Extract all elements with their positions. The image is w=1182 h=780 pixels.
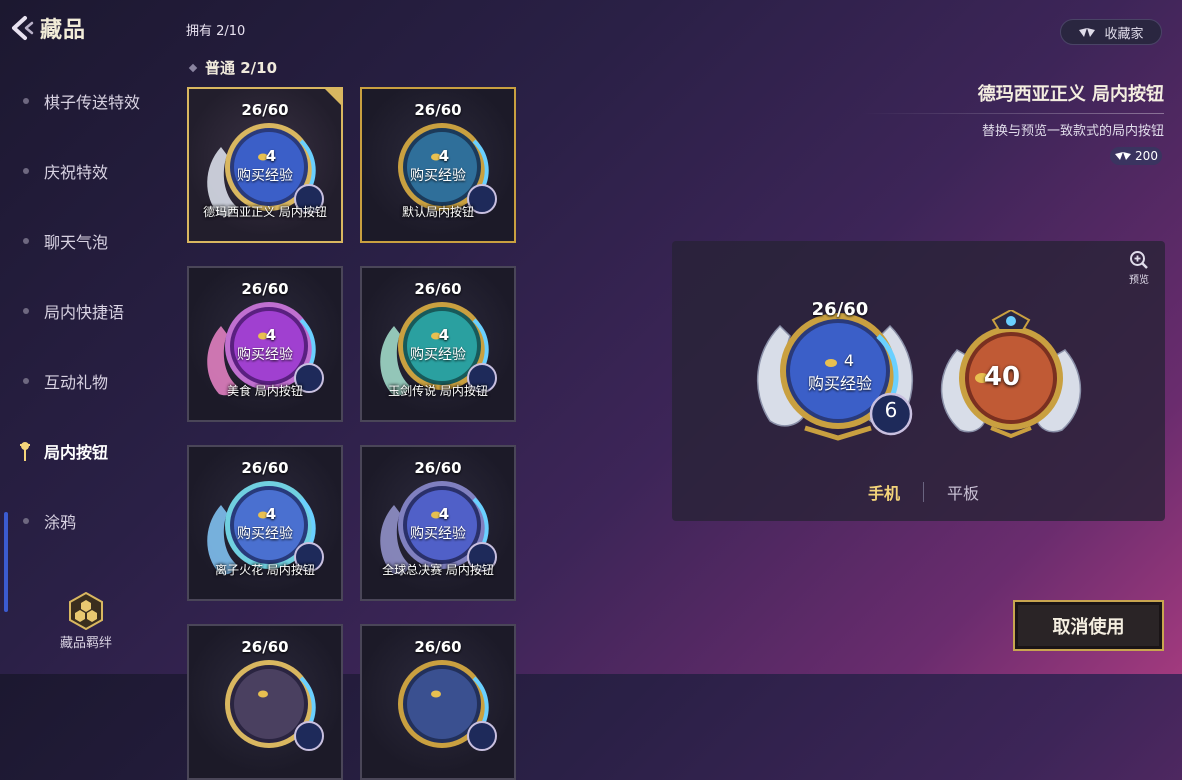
tab-tablet[interactable]: 平板 <box>945 480 981 504</box>
scroll-indicator <box>4 512 8 612</box>
card-center-text: 4 购买经验 <box>362 326 514 364</box>
collection-bond-button[interactable]: 藏品羁绊 <box>48 592 124 652</box>
card-center-text: 4 购买经验 <box>189 326 341 364</box>
sidebar-item-graffiti[interactable]: 涂鸦 <box>0 486 170 556</box>
card-buy-label: 购买经验 <box>237 168 293 184</box>
collector-button[interactable]: 收藏家 <box>1060 19 1162 45</box>
card-center-text: 4 购买经验 <box>362 505 514 543</box>
card-cost: 4 <box>438 505 450 523</box>
card-name: 全球总决赛 局内按钮 <box>382 563 494 577</box>
card-name: 德玛西亚正义 局内按钮 <box>203 205 327 219</box>
nav-dot-icon <box>23 378 29 384</box>
sidebar-item-label: 庆祝特效 <box>44 163 109 182</box>
diamond-icon <box>188 63 198 72</box>
sidebar-item-gifts[interactable]: 互动礼物 <box>0 346 170 416</box>
sidebar-item-celebration[interactable]: 庆祝特效 <box>0 136 170 206</box>
card-buy-label: 购买经验 <box>237 526 293 542</box>
price-badge: 200 <box>1110 147 1162 165</box>
zoom-preview-button[interactable]: 预览 <box>1124 250 1154 286</box>
title-divider <box>860 113 1164 114</box>
card-cost: 4 <box>265 326 277 344</box>
page-title: 藏品 <box>40 18 87 43</box>
card-center-text: 4 购买经验 <box>189 505 341 543</box>
card-name: 美食 局内按钮 <box>227 384 303 398</box>
collection-card[interactable]: 26/60 4 购买经验 离子火花 局内按钮 <box>187 445 343 601</box>
card-name: 离子火花 局内按钮 <box>215 563 315 577</box>
card-center-text: 4 购买经验 <box>189 147 341 185</box>
nav-dot-icon <box>23 98 29 104</box>
card-cost: 4 <box>265 147 277 165</box>
card-center-text: 4 购买经验 <box>362 147 514 185</box>
collection-card[interactable]: 26/60 <box>187 624 343 780</box>
sidebar-nav: 棋子传送特效 庆祝特效 聊天气泡 局内快捷语 互动礼物 局内按钮 涂鸦 <box>0 66 170 556</box>
price-value: 200 <box>1135 149 1158 163</box>
sidebar-item-quick-chat[interactable]: 局内快捷语 <box>0 276 170 346</box>
back-button[interactable]: 藏品 <box>8 10 118 46</box>
card-name: 默认局内按钮 <box>401 205 474 219</box>
card-buy-label: 购买经验 <box>410 347 466 363</box>
preview-buy-label: 购买经验 <box>807 374 872 393</box>
category-label: 普通 2/10 <box>205 59 278 77</box>
owned-count: 拥有 2/10 <box>186 24 246 39</box>
category-header: 普通 2/10 <box>188 57 278 78</box>
collection-card[interactable]: 26/60 <box>360 624 516 780</box>
sidebar-item-label: 涂鸦 <box>44 513 77 532</box>
cancel-use-button[interactable]: 取消使用 <box>1013 600 1164 651</box>
collection-card[interactable]: 26/60 4 购买经验 玉剑传说 局内按钮 <box>360 266 516 422</box>
hexagon-bond-icon <box>69 592 103 630</box>
nav-dot-icon <box>23 308 29 314</box>
collection-card[interactable]: 26/60 4 购买经验 默认局内按钮 <box>360 87 516 243</box>
collection-card[interactable]: 26/60 4 购买经验 德玛西亚正义 局内按钮 <box>187 87 343 243</box>
sidebar-item-in-game-button[interactable]: 局内按钮 <box>0 416 170 486</box>
item-title: 德玛西亚正义 局内按钮 <box>977 84 1164 105</box>
sidebar-item-label: 棋子传送特效 <box>44 93 141 112</box>
button-skin-icon <box>225 660 324 751</box>
sidebar-item-piece-teleport[interactable]: 棋子传送特效 <box>0 66 170 136</box>
nav-dot-icon <box>23 238 29 244</box>
wings-icon <box>1079 28 1096 37</box>
card-cost: 4 <box>438 326 450 344</box>
nav-dot-icon <box>23 518 29 524</box>
sidebar-item-label: 互动礼物 <box>44 373 109 392</box>
device-tabs: 手机 平板 <box>866 480 981 504</box>
nav-dot-icon <box>23 168 29 174</box>
button-skin-icon <box>398 660 497 751</box>
card-cost: 4 <box>438 147 450 165</box>
back-arrow-icon <box>12 16 34 40</box>
collection-card[interactable]: 26/60 4 购买经验 美食 局内按钮 <box>187 266 343 422</box>
bond-label: 藏品羁绊 <box>59 636 112 651</box>
collection-card[interactable]: 26/60 4 购买经验 全球总决赛 局内按钮 <box>360 445 516 601</box>
card-name: 玉剑传说 局内按钮 <box>388 384 488 398</box>
zoom-label: 预览 <box>1129 275 1149 286</box>
sidebar-item-label: 聊天气泡 <box>44 233 109 252</box>
card-cost: 4 <box>265 505 277 523</box>
preview-refresh-cost: 40 <box>983 362 1021 392</box>
sidebar-item-label: 局内按钮 <box>44 443 109 462</box>
wings-currency-icon <box>1115 152 1132 160</box>
sidebar-item-label: 局内快捷语 <box>44 303 125 322</box>
preview-cost-label: 4 购买经验 <box>792 351 888 394</box>
pin-icon <box>20 442 30 461</box>
tab-divider <box>923 482 925 502</box>
collector-label: 收藏家 <box>1104 26 1144 42</box>
preview-progress: 26/60 <box>811 299 869 320</box>
preview-level: 6 <box>884 398 898 422</box>
zoom-in-icon <box>1130 251 1148 269</box>
item-description: 替换与预览一致款式的局内按钮 <box>981 124 1164 139</box>
sidebar-item-chat-bubble[interactable]: 聊天气泡 <box>0 206 170 276</box>
card-buy-label: 购买经验 <box>410 526 466 542</box>
tab-phone[interactable]: 手机 <box>866 480 902 504</box>
card-buy-label: 购买经验 <box>410 168 466 184</box>
card-buy-label: 购买经验 <box>237 347 293 363</box>
preview-cost: 4 <box>843 351 855 370</box>
